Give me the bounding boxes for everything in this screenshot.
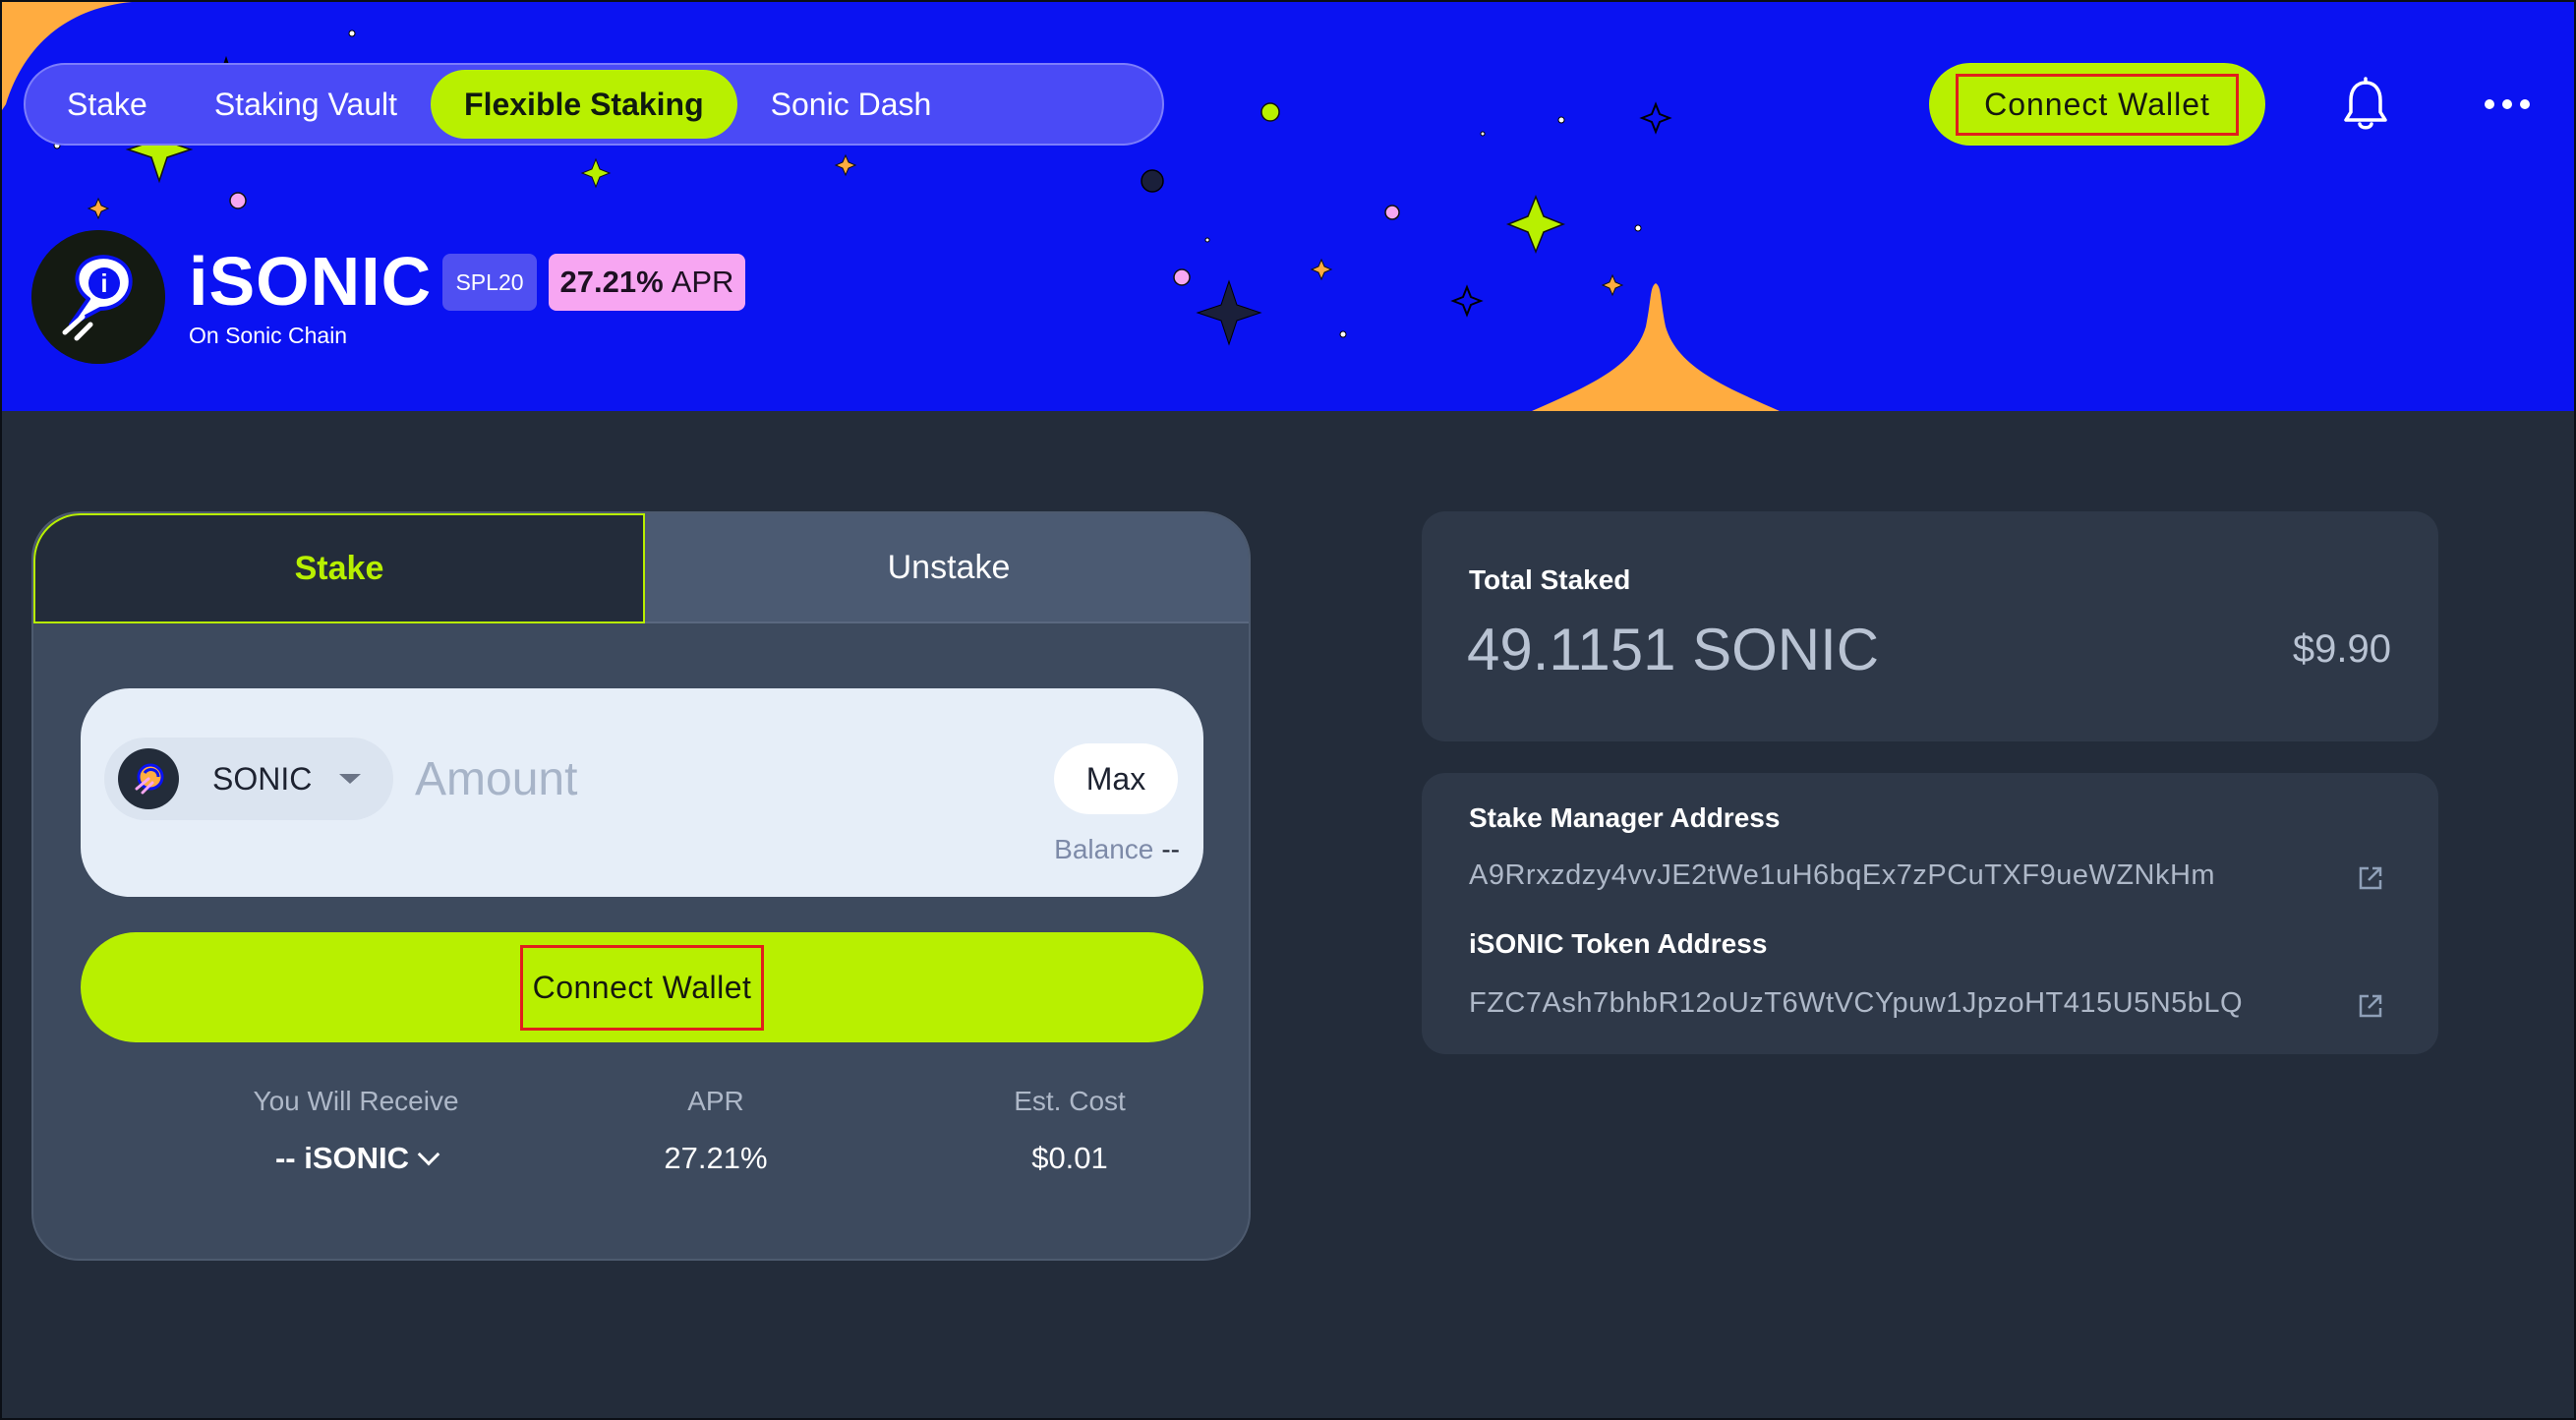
addresses-panel: Stake Manager Address A9Rrxzdzy4vvJE2tWe…	[1422, 773, 2438, 1054]
nav-tab-sonic-dash[interactable]: Sonic Dash	[737, 70, 966, 139]
tab-stake[interactable]: Stake	[33, 513, 645, 623]
chevron-down-icon	[417, 1143, 440, 1166]
apr-stat-value: 27.21%	[664, 1141, 768, 1175]
total-staked-panel: Total Staked 49.1151 SONIC $9.90	[1422, 511, 2438, 741]
stake-tabs: Stake Unstake	[33, 513, 1249, 623]
receive-stat: You Will Receive -- iSONIC	[179, 1086, 533, 1176]
receive-value[interactable]: -- iSONIC	[179, 1141, 533, 1176]
amount-box: SONIC Max Balance--	[81, 688, 1203, 897]
top-nav: Stake Staking Vault Flexible Staking Son…	[24, 63, 1164, 146]
token-address-label: iSONIC Token Address	[1469, 928, 1768, 959]
nav-tab-flexible-staking[interactable]: Flexible Staking	[431, 70, 737, 139]
apr-badge-value: 27.21%	[559, 265, 664, 299]
token-selector[interactable]: SONIC	[104, 738, 393, 820]
app-frame: Stake Staking Vault Flexible Staking Son…	[0, 0, 2576, 1420]
token-standard-badge: SPL20	[442, 254, 537, 311]
apr-stat-label: APR	[687, 1086, 744, 1116]
bell-icon[interactable]	[2340, 77, 2391, 132]
total-staked-amount: 49.1151 SONIC	[1467, 617, 1880, 682]
header-connect-wallet-label: Connect Wallet	[1956, 73, 2239, 136]
header-connect-wallet-button[interactable]: Connect Wallet	[1929, 63, 2265, 146]
total-staked-usd: $9.90	[2292, 627, 2391, 671]
balance-value: --	[1161, 834, 1180, 864]
receive-prefix: --	[274, 1141, 296, 1175]
apr-stat: APR 27.21%	[539, 1086, 893, 1176]
connect-wallet-button[interactable]: Connect Wallet	[81, 932, 1203, 1042]
token-address: FZC7Ash7bhbR12oUzT6WtVCYpuw1JpzoHT415U5N…	[1469, 987, 2244, 1019]
token-subtitle: On Sonic Chain	[189, 323, 348, 348]
cost-label: Est. Cost	[1014, 1086, 1126, 1116]
balance-label: Balance	[1054, 834, 1154, 864]
stake-manager-address: A9Rrxzdzy4vvJE2tWe1uH6bqEx7zPCuTXF9ueWZN…	[1469, 859, 2216, 891]
stake-manager-label: Stake Manager Address	[1469, 802, 1781, 833]
nav-tab-stake[interactable]: Stake	[33, 70, 181, 139]
nav-tab-staking-vault[interactable]: Staking Vault	[181, 70, 431, 139]
hero-banner: Stake Staking Vault Flexible Staking Son…	[2, 2, 2574, 411]
caret-down-icon	[339, 774, 362, 784]
max-button[interactable]: Max	[1054, 743, 1178, 814]
more-icon[interactable]	[2482, 92, 2533, 116]
isonic-logo-icon: i	[31, 230, 165, 364]
external-link-icon[interactable]	[2356, 991, 2385, 1021]
receive-label: You Will Receive	[253, 1086, 459, 1116]
external-link-icon[interactable]	[2356, 863, 2385, 893]
token-name: iSONIC	[189, 243, 433, 320]
total-staked-label: Total Staked	[1469, 564, 1631, 595]
stake-card: Stake Unstake SONIC Max Balance--	[31, 511, 1251, 1261]
connect-wallet-label: Connect Wallet	[519, 944, 765, 1031]
svg-text:i: i	[100, 268, 107, 298]
amount-input[interactable]	[415, 740, 985, 818]
tab-unstake[interactable]: Unstake	[645, 513, 1249, 623]
selected-token-label: SONIC	[212, 760, 313, 797]
cost-value: $0.01	[1031, 1141, 1108, 1175]
apr-badge: 27.21% APR	[549, 254, 745, 311]
apr-badge-label: APR	[671, 265, 734, 299]
balance: Balance --	[1054, 834, 1180, 865]
receive-token: iSONIC	[304, 1141, 410, 1175]
cost-stat: Est. Cost $0.01	[893, 1086, 1247, 1176]
sonic-token-icon	[118, 748, 179, 809]
